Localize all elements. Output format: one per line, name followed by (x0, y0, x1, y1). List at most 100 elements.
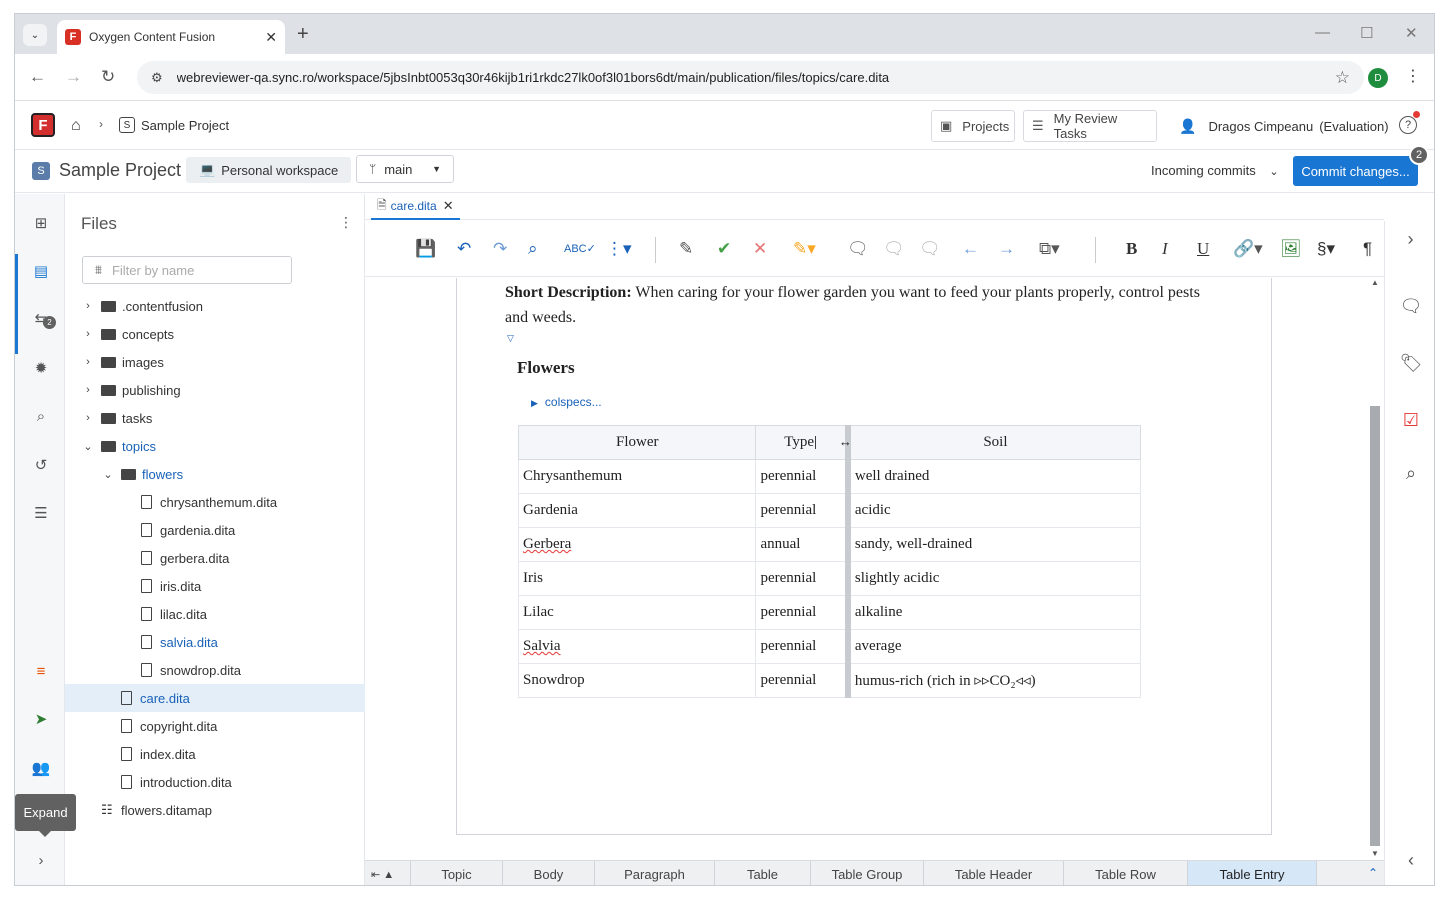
tree-file[interactable]: chrysanthemum.dita (65, 488, 365, 516)
add-comment-icon[interactable]: 🗨 (847, 239, 869, 259)
tree-file[interactable]: copyright.dita (65, 712, 365, 740)
tree-file[interactable]: gardenia.dita (65, 516, 365, 544)
path-item[interactable]: Topic (411, 860, 503, 885)
search-comments-icon[interactable]: ⌕ (1398, 460, 1424, 486)
tab-search-icon[interactable]: ⌄ (23, 24, 47, 46)
review-actions-icon[interactable]: ⧉▾ (1039, 239, 1060, 259)
browser-tab[interactable]: F Oxygen Content Fusion ✕ (57, 20, 285, 54)
tree-file[interactable]: salvia.dita (65, 628, 365, 656)
review-tasks-button[interactable]: ☰ My Review Tasks (1023, 110, 1157, 142)
filter-input[interactable]: ⩩ Filter by name (82, 256, 292, 284)
table-cell[interactable]: perennial (755, 663, 851, 698)
maximize-icon[interactable]: ☐ (1360, 24, 1373, 42)
tags-icon[interactable]: 🏷 (1398, 350, 1424, 376)
user-menu[interactable]: 👤 Dragos Cimpeanu (Evaluation) (1179, 118, 1389, 135)
home-icon[interactable]: ⌂ (71, 117, 81, 135)
close-editor-tab-icon[interactable]: ✕ (443, 198, 454, 214)
help-icon[interactable]: ? (1399, 116, 1417, 134)
search-icon[interactable]: ⌕ (30, 405, 52, 427)
table-cell[interactable]: perennial (755, 561, 851, 596)
expand-chevron-icon[interactable]: › (30, 849, 52, 871)
send-icon[interactable]: ➤ (30, 708, 52, 730)
next-change-icon[interactable]: → (998, 239, 1015, 259)
tree-file[interactable]: lilac.dita (65, 600, 365, 628)
document-canvas[interactable]: Short Description: When caring for your … (365, 278, 1369, 861)
commit-changes-button[interactable]: Commit changes... (1293, 156, 1418, 186)
table-cell[interactable]: alkaline (847, 595, 1141, 630)
url-text[interactable]: webreviewer-qa.sync.ro/workspace/5jbsInb… (177, 70, 1335, 85)
browser-menu-icon[interactable]: ⋮ (1405, 66, 1421, 86)
italic-icon[interactable]: I (1162, 239, 1168, 259)
tree-file[interactable]: ☷ flowers.ditamap (65, 796, 365, 824)
tree-folder[interactable]: ⌄ flowers (65, 460, 365, 488)
table-cell[interactable]: well drained (847, 459, 1141, 494)
underline-icon[interactable]: U (1197, 239, 1209, 259)
chevron-right-icon[interactable]: › (81, 328, 95, 340)
review-status-icon[interactable]: ☑ (1398, 407, 1424, 433)
table-header-cell[interactable]: Flower (517, 425, 757, 460)
table-cell[interactable]: Chrysanthemum (517, 459, 757, 494)
tree-folder[interactable]: › tasks (65, 404, 365, 432)
chevron-down-icon[interactable]: ⌄ (81, 440, 95, 453)
tree-file[interactable]: gerbera.dita (65, 544, 365, 572)
table-cell[interactable]: Gardenia (517, 493, 757, 528)
more-actions-icon[interactable]: ⋮▾ (606, 239, 632, 259)
table-cell[interactable]: perennial (755, 595, 851, 630)
bold-icon[interactable]: B (1126, 239, 1137, 259)
structure-icon[interactable]: ⊞ (30, 212, 52, 234)
path-item[interactable]: Table (715, 860, 811, 885)
table-cell[interactable]: perennial (755, 493, 851, 528)
accept-change-icon[interactable]: ✔ (717, 239, 731, 259)
profile-avatar[interactable]: D (1368, 68, 1388, 88)
editor-tab[interactable]: 🗎 care.dita ✕ (371, 194, 460, 220)
table-cell[interactable]: annual (755, 527, 851, 562)
expand-left-icon[interactable]: ‹ (1398, 847, 1424, 873)
collapse-up-icon[interactable]: ⌃ (1368, 866, 1378, 880)
editor-scrollbar[interactable]: ▲ ▼ (1368, 278, 1382, 861)
pilcrow-icon[interactable]: ¶ (1363, 239, 1372, 259)
tree-folder[interactable]: ⌄ topics (65, 432, 365, 460)
track-changes-icon[interactable]: ✎ (679, 239, 693, 259)
omnibox[interactable]: ⚙ webreviewer-qa.sync.ro/workspace/5jbsI… (137, 61, 1364, 94)
table-cell[interactable]: Iris (517, 561, 757, 596)
back-arrow-icon[interactable]: ← (29, 67, 46, 87)
image-icon[interactable]: 🖼 (1280, 239, 1302, 259)
collapse-right-icon[interactable]: › (1384, 221, 1434, 257)
table-cell[interactable]: average (847, 629, 1141, 664)
files-menu-icon[interactable]: ⋮ (339, 214, 353, 231)
table-cell[interactable]: Snowdrop (517, 663, 757, 698)
table-cell[interactable]: sandy, well-drained (847, 527, 1141, 562)
path-options-icon[interactable]: ⇤ ▲ (365, 860, 411, 885)
tree-file[interactable]: care.dita (65, 684, 365, 712)
tree-folder[interactable]: › images (65, 348, 365, 376)
highlight-icon[interactable]: ✎▾ (793, 239, 816, 259)
branch-selector[interactable]: ᛘ main ▼ (356, 155, 454, 183)
path-item[interactable]: Table Header (924, 860, 1064, 885)
table-header-cell[interactable]: Type| (755, 425, 851, 460)
table-cell[interactable]: acidic (847, 493, 1141, 528)
section-icon[interactable]: §▾ (1317, 239, 1335, 259)
incoming-commits-dropdown[interactable]: Incoming commits ⌄ (1151, 163, 1279, 178)
close-tab-icon[interactable]: ✕ (265, 29, 277, 46)
scroll-down-icon[interactable]: ▼ (1371, 849, 1379, 858)
chevron-right-icon[interactable]: › (81, 412, 95, 424)
table-header-cell[interactable]: ↔ Soil (839, 425, 1141, 460)
path-item[interactable]: Table Group (811, 860, 924, 885)
tree-folder[interactable]: › publishing (65, 376, 365, 404)
chevron-down-icon[interactable]: ⌄ (101, 468, 115, 481)
reject-change-icon[interactable]: ✕ (753, 239, 767, 259)
section-title[interactable]: Flowers (517, 358, 575, 378)
projects-button[interactable]: ▣ Projects (931, 110, 1015, 142)
link-icon[interactable]: 🔗▾ (1233, 239, 1263, 259)
edit-comment-icon[interactable]: 🗨 (883, 239, 905, 259)
tree-file[interactable]: snowdrop.dita (65, 656, 365, 684)
tree-file[interactable]: iris.dita (65, 572, 365, 600)
scroll-thumb[interactable] (1370, 406, 1380, 846)
window-close-icon[interactable]: ✕ (1405, 24, 1418, 42)
section-fold-icon[interactable]: ▽ (507, 333, 514, 344)
new-tab-icon[interactable]: + (297, 23, 309, 46)
path-item[interactable]: Paragraph (595, 860, 715, 885)
users-icon[interactable]: 👥 (30, 757, 52, 779)
spellcheck-icon[interactable]: ABC✓ (564, 239, 596, 259)
colspecs-toggle[interactable]: ▶ colspecs... (531, 395, 602, 409)
